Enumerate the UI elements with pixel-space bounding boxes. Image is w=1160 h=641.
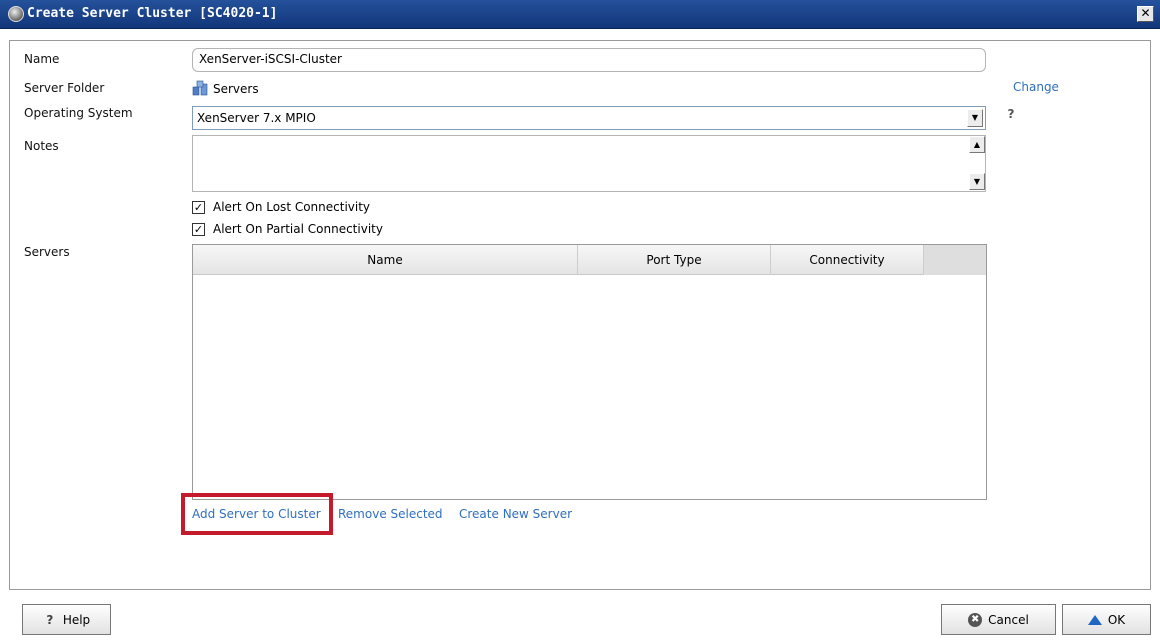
scroll-up-icon[interactable]: ▲ xyxy=(969,136,985,153)
alert-partial-connectivity-checkbox[interactable]: ✓ xyxy=(192,222,205,236)
name-label: Name xyxy=(24,52,60,66)
servers-folder-icon xyxy=(192,80,208,96)
operating-system-label: Operating System xyxy=(24,106,133,120)
alert-lost-connectivity-checkbox[interactable]: ✓ xyxy=(192,200,205,214)
scroll-down-icon[interactable]: ▼ xyxy=(969,173,985,190)
remove-selected-link[interactable]: Remove Selected xyxy=(338,507,443,521)
question-icon: ? xyxy=(46,612,54,627)
window-title: Create Server Cluster [SC4020-1] xyxy=(27,6,278,21)
operating-system-select[interactable]: XenServer 7.x MPIO ▼ xyxy=(192,106,986,130)
servers-label: Servers xyxy=(24,245,70,259)
alert-partial-connectivity-label: Alert On Partial Connectivity xyxy=(213,222,383,236)
alert-partial-connectivity[interactable]: ✓ Alert On Partial Connectivity xyxy=(192,221,383,237)
create-new-server-link[interactable]: Create New Server xyxy=(459,507,572,521)
help-button-label: Help xyxy=(62,612,91,627)
title-bar: Create Server Cluster [SC4020-1] ✕ xyxy=(0,0,1160,29)
help-icon[interactable]: ? xyxy=(1004,107,1018,121)
change-folder-link[interactable]: Change xyxy=(1013,80,1059,94)
annotation-highlight-box xyxy=(181,493,333,535)
servers-table-header: Name Port Type Connectivity xyxy=(193,245,986,275)
alert-lost-connectivity[interactable]: ✓ Alert On Lost Connectivity xyxy=(192,199,370,215)
column-header-port-type[interactable]: Port Type xyxy=(578,245,771,275)
cancel-icon: ✖ xyxy=(968,612,983,627)
column-header-connectivity[interactable]: Connectivity xyxy=(771,245,924,275)
column-header-filler xyxy=(924,245,986,275)
close-button[interactable]: ✕ xyxy=(1137,6,1154,22)
server-folder-label: Server Folder xyxy=(24,81,105,95)
ok-button-label: OK xyxy=(1107,612,1126,627)
column-header-name[interactable]: Name xyxy=(193,245,578,275)
app-icon xyxy=(8,6,24,22)
name-input[interactable]: XenServer-iSCSI-Cluster xyxy=(192,48,986,72)
server-folder-value: Servers xyxy=(213,82,259,96)
help-button[interactable]: ? Help xyxy=(22,604,111,635)
chevron-down-icon[interactable]: ▼ xyxy=(967,109,983,127)
cancel-button[interactable]: ✖ Cancel xyxy=(941,604,1056,635)
cancel-button-label: Cancel xyxy=(988,612,1029,627)
notes-textarea[interactable] xyxy=(192,135,986,192)
up-arrow-icon xyxy=(1087,614,1102,625)
operating-system-value: XenServer 7.x MPIO xyxy=(197,111,316,125)
servers-table[interactable]: Name Port Type Connectivity xyxy=(192,244,987,500)
ok-button[interactable]: OK xyxy=(1062,604,1151,635)
alert-lost-connectivity-label: Alert On Lost Connectivity xyxy=(213,200,371,214)
notes-label: Notes xyxy=(24,139,59,153)
